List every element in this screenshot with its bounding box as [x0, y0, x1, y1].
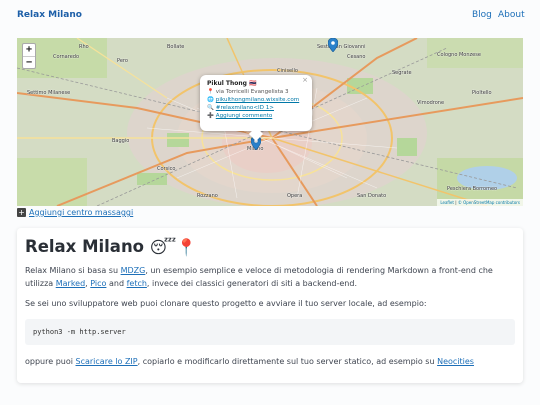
zoom-out-button[interactable]: − [23, 56, 35, 68]
map-label: Peschiera Borromeo [447, 186, 498, 192]
intro-paragraph: Relax Milano si basa su MDZG, un esempio… [25, 264, 515, 290]
map-label: Pero [117, 58, 128, 64]
popup-hashtag-link[interactable]: #relaxmilano<ID 1> [216, 105, 274, 111]
text: , invece dei classici generatori di siti… [146, 279, 357, 288]
text: , copiarlo e modificarlo direttamente su… [137, 357, 438, 366]
map-popup: × Pikul Thong 🇹🇭 📍 via Torricelli Evange… [200, 75, 312, 142]
popup-close-button[interactable]: × [302, 76, 308, 84]
map-label: San Donato [357, 193, 387, 199]
text: oppure puoi [25, 357, 76, 366]
popup-hashtag-row: 🔍 #relaxmilano<ID 1> [207, 104, 305, 112]
popup-website-link[interactable]: pikulthongmilano.wixsite.com [216, 97, 299, 103]
popup-address-row: 📍 via Torricelli Evangelista 3 [207, 88, 305, 96]
marked-link[interactable]: Marked [56, 279, 85, 288]
add-center-link[interactable]: + Aggiungi centro massaggi [17, 208, 133, 217]
popup-address: via Torricelli Evangelista 3 [215, 89, 289, 95]
map-label: Cornaredo [53, 54, 80, 60]
zoom-in-button[interactable]: + [23, 44, 35, 56]
leaflet-link[interactable]: Leaflet [440, 200, 454, 205]
text: and [106, 279, 127, 288]
neocities-link[interactable]: Neocities [437, 357, 474, 366]
map-label: Bollate [167, 44, 185, 50]
developer-paragraph: Se sei uno sviluppatore web puoi clonare… [25, 299, 427, 308]
zoom-control: + − [22, 43, 36, 69]
popup-comment-row: ➕ Aggiungi commento [207, 112, 305, 120]
popup-website-row: 🌐 pikulthongmilano.wixsite.com [207, 96, 305, 104]
map-label: Baggio [112, 138, 130, 144]
map-label: Settimo Milanese [27, 90, 71, 96]
map-label: Corsico [157, 166, 176, 172]
map-label: Vimodrone [417, 100, 445, 106]
map-label: Rozzano [197, 193, 218, 199]
map-attribution: Leaflet | © OpenStreetMap contributors [437, 199, 523, 206]
popup-comment-link[interactable]: Aggiungi commento [216, 113, 272, 119]
article-card: Relax Milano 😴📍 Relax Milano si basa su … [17, 228, 523, 383]
map-label: Rho [79, 44, 89, 50]
site-brand[interactable]: Relax Milano [17, 10, 82, 20]
pin-icon: 📍 [207, 89, 214, 95]
sleeping-face-icon: 😴 [149, 238, 177, 257]
map-marker-icon[interactable] [328, 38, 338, 52]
map-label: Pioltello [472, 90, 492, 96]
map-label: Segrate [392, 70, 412, 76]
nav-link-about[interactable]: About [498, 10, 525, 20]
pico-link[interactable]: Pico [90, 279, 106, 288]
mdzg-link[interactable]: MDZG [121, 266, 146, 275]
fetch-link[interactable]: fetch [127, 279, 147, 288]
download-zip-link[interactable]: Scaricare lo ZIP [76, 357, 138, 366]
nav-link-blog[interactable]: Blog [472, 10, 492, 20]
map-label: Cinisello [277, 68, 298, 74]
osm-link[interactable]: © OpenStreetMap contributors [458, 200, 520, 205]
download-paragraph: oppure puoi Scaricare lo ZIP, copiarlo e… [25, 355, 515, 368]
text: Relax Milano si basa su [25, 266, 121, 275]
top-nav: Relax Milano Blog About [0, 0, 540, 32]
page-title-text: Relax Milano [25, 237, 145, 256]
code-block: python3 -m http.server [25, 319, 515, 345]
map-label: Cologno Monzese [437, 52, 481, 58]
pin-icon: 📍 [176, 237, 197, 257]
globe-icon: 🌐 [207, 97, 214, 103]
plus-icon: ➕ [207, 113, 214, 119]
add-center-label: Aggiungi centro massaggi [29, 208, 134, 217]
search-icon: 🔍 [207, 105, 214, 111]
map-label: Opera [287, 193, 303, 199]
map-label: Sesto San Giovanni [317, 44, 366, 50]
page-title: Relax Milano 😴📍 [25, 237, 197, 258]
popup-title: Pikul Thong 🇹🇭 [207, 80, 257, 87]
map-label: Cesano [347, 54, 366, 60]
plus-icon: + [17, 208, 26, 217]
